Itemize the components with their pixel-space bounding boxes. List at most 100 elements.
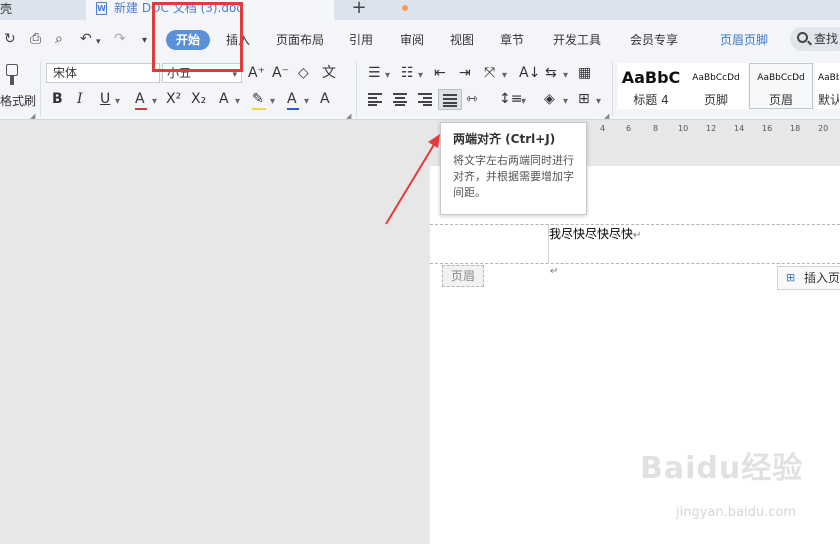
strikethrough-color-bar — [135, 108, 147, 110]
bullet-list-icon[interactable]: ☰ — [368, 65, 381, 81]
numbered-list-dropdown-icon[interactable]: ▾ — [418, 68, 423, 84]
document-page[interactable] — [430, 166, 840, 544]
style-header[interactable]: AaBbCcDd 页眉 — [749, 63, 813, 109]
baidu-watermark-logo: Baidu经验 — [640, 451, 804, 486]
clear-formatting-icon[interactable]: ◇ — [298, 65, 309, 81]
numbered-list-icon[interactable]: ☷ — [401, 65, 414, 81]
insert-page-number-button[interactable]: ⊞ 插入页 — [777, 266, 840, 290]
superscript-icon[interactable]: X² — [166, 91, 181, 107]
table-borders-icon[interactable]: ▦ — [578, 65, 591, 81]
font-color-dropdown-icon[interactable]: ▾ — [304, 94, 309, 110]
search-label: 查找 — [814, 32, 839, 46]
menu-tab-review[interactable]: 审阅 — [400, 32, 424, 48]
font-group-launcher-icon[interactable]: ◢ — [346, 112, 351, 120]
ribbon-divider — [40, 62, 41, 116]
shading-icon[interactable]: ◈ — [544, 91, 555, 107]
print-icon[interactable]: ⎙ — [30, 31, 41, 47]
tab-home[interactable]: 壳 — [0, 0, 84, 20]
menu-tab-chapter[interactable]: 章节 — [500, 32, 524, 48]
tab-home-label: 壳 — [0, 2, 13, 16]
baidu-watermark-url: jingyan.baidu.com — [676, 505, 796, 520]
underline-dropdown-icon[interactable]: ▾ — [115, 94, 120, 110]
text-effects-dropdown-icon[interactable]: ▾ — [235, 94, 240, 110]
align-left-icon[interactable] — [368, 93, 382, 106]
borders-icon[interactable]: ⊞ — [578, 91, 590, 107]
chinese-layout-icon[interactable]: ⤧ — [484, 65, 495, 81]
line-spacing-icon[interactable]: ↕≡ — [499, 91, 522, 107]
ruler-tick: 12 — [706, 124, 717, 133]
increase-indent-icon[interactable]: ⇥ — [459, 65, 471, 81]
undo-icon[interactable]: ↶ — [80, 31, 92, 47]
show-hide-marks-icon[interactable]: ⇆ — [545, 65, 557, 81]
decrease-indent-icon[interactable]: ⇤ — [434, 65, 446, 81]
tooltip-body: 将文字左右两端同时进行对齐，并根据需要增加字间距。 — [453, 154, 574, 199]
highlight-color-bar — [252, 108, 266, 110]
strikethrough-dropdown-icon[interactable]: ▾ — [152, 94, 157, 110]
ribbon: 格式刷 ◢ 宋体 小五 ▾ A⁺ A⁻ ◇ 文 B I U ▾ A ▾ X² X… — [0, 60, 840, 120]
ruler-tick: 18 — [790, 124, 801, 133]
format-painter-label[interactable]: 格式刷 — [0, 94, 36, 108]
redo-icon[interactable]: ↷ — [114, 31, 126, 47]
style-header-label: 页眉 — [768, 93, 793, 107]
horizontal-ruler[interactable]: 4 6 8 10 12 14 16 18 20 — [594, 120, 840, 138]
ruler-tick: 16 — [762, 124, 773, 133]
quick-access-dropdown-icon[interactable]: ▾ — [142, 33, 147, 49]
format-painter-icon[interactable] — [4, 64, 20, 86]
redo-alt-icon[interactable]: ↻ — [4, 31, 16, 47]
paragraph-group-launcher-icon[interactable]: ◢ — [604, 112, 609, 120]
borders-dropdown-icon[interactable]: ▾ — [596, 94, 601, 110]
style-default[interactable]: AaBbCcDd 默认 — [815, 63, 840, 109]
phonetic-guide-icon[interactable]: 文 — [322, 65, 336, 81]
search-command-button[interactable]: 查找 — [790, 27, 840, 51]
subscript-icon[interactable]: X₂ — [191, 91, 206, 107]
menu-tab-view[interactable]: 视图 — [450, 32, 474, 48]
tab-strip: 壳 W 新建 DOC 文档 (3).doc + — [0, 0, 840, 20]
font-family-select[interactable]: 宋体 — [46, 63, 160, 83]
menu-tab-developer[interactable]: 开发工具 — [553, 32, 601, 48]
justify-tooltip: 两端对齐 (Ctrl+J) 将文字左右两端同时进行对齐，并根据需要增加字间距。 — [440, 122, 587, 215]
sort-icon[interactable]: A↓ — [519, 65, 540, 81]
ruler-tick: 14 — [734, 124, 745, 133]
highlight-icon[interactable]: ✎ — [252, 91, 264, 107]
distributed-align-icon[interactable]: ⇿ — [466, 91, 478, 107]
text-effects-icon[interactable]: A — [219, 91, 229, 107]
style-heading4[interactable]: AaBbC 标题 4 — [618, 63, 684, 109]
menu-tab-member[interactable]: 会员专享 — [630, 32, 678, 48]
undo-dropdown-icon[interactable]: ▾ — [96, 34, 101, 50]
style-footer[interactable]: AaBbCcDd 页脚 — [684, 63, 748, 109]
clipboard-group-launcher-icon[interactable]: ◢ — [30, 112, 35, 120]
justify-button[interactable] — [438, 89, 462, 110]
shading-dropdown-icon[interactable]: ▾ — [563, 94, 568, 110]
chinese-layout-dropdown-icon[interactable]: ▾ — [502, 68, 507, 84]
bullet-list-dropdown-icon[interactable]: ▾ — [385, 68, 390, 84]
underline-icon[interactable]: U — [100, 91, 110, 107]
character-border-icon[interactable]: A — [320, 91, 330, 107]
new-tab-button[interactable]: + — [342, 0, 376, 20]
font-color-bar — [287, 108, 299, 110]
align-right-icon[interactable] — [418, 93, 432, 106]
shrink-font-icon[interactable]: A⁻ — [272, 65, 289, 81]
ruler-tick: 10 — [678, 124, 689, 133]
highlight-dropdown-icon[interactable]: ▾ — [270, 94, 275, 110]
style-default-label: 默认 — [818, 93, 840, 107]
bold-icon[interactable]: B — [52, 91, 63, 107]
ruler-tick: 8 — [653, 124, 659, 133]
style-header-sample: AaBbCcDd — [757, 73, 805, 83]
menu-tab-references[interactable]: 引用 — [349, 32, 373, 48]
menu-tab-header-footer[interactable]: 页眉页脚 — [720, 32, 768, 48]
align-center-icon[interactable] — [393, 93, 407, 106]
print-preview-icon[interactable]: ⌕ — [55, 31, 63, 47]
ribbon-divider — [356, 62, 357, 116]
line-spacing-dropdown-icon[interactable]: ▾ — [521, 94, 526, 110]
header-text[interactable]: 我尽快尽快尽快↵ — [549, 226, 641, 244]
grow-font-icon[interactable]: A⁺ — [248, 65, 265, 81]
annotation-highlight-box — [152, 2, 243, 72]
italic-icon[interactable]: I — [77, 91, 83, 107]
show-hide-marks-dropdown-icon[interactable]: ▾ — [563, 68, 568, 84]
font-family-value: 宋体 — [53, 66, 78, 80]
strikethrough-icon[interactable]: A — [135, 91, 145, 107]
annotation-arrow-icon — [385, 134, 440, 225]
menu-tab-page-layout[interactable]: 页面布局 — [276, 32, 324, 48]
font-color-icon[interactable]: A — [287, 91, 297, 107]
word-document-icon: W — [96, 2, 107, 15]
